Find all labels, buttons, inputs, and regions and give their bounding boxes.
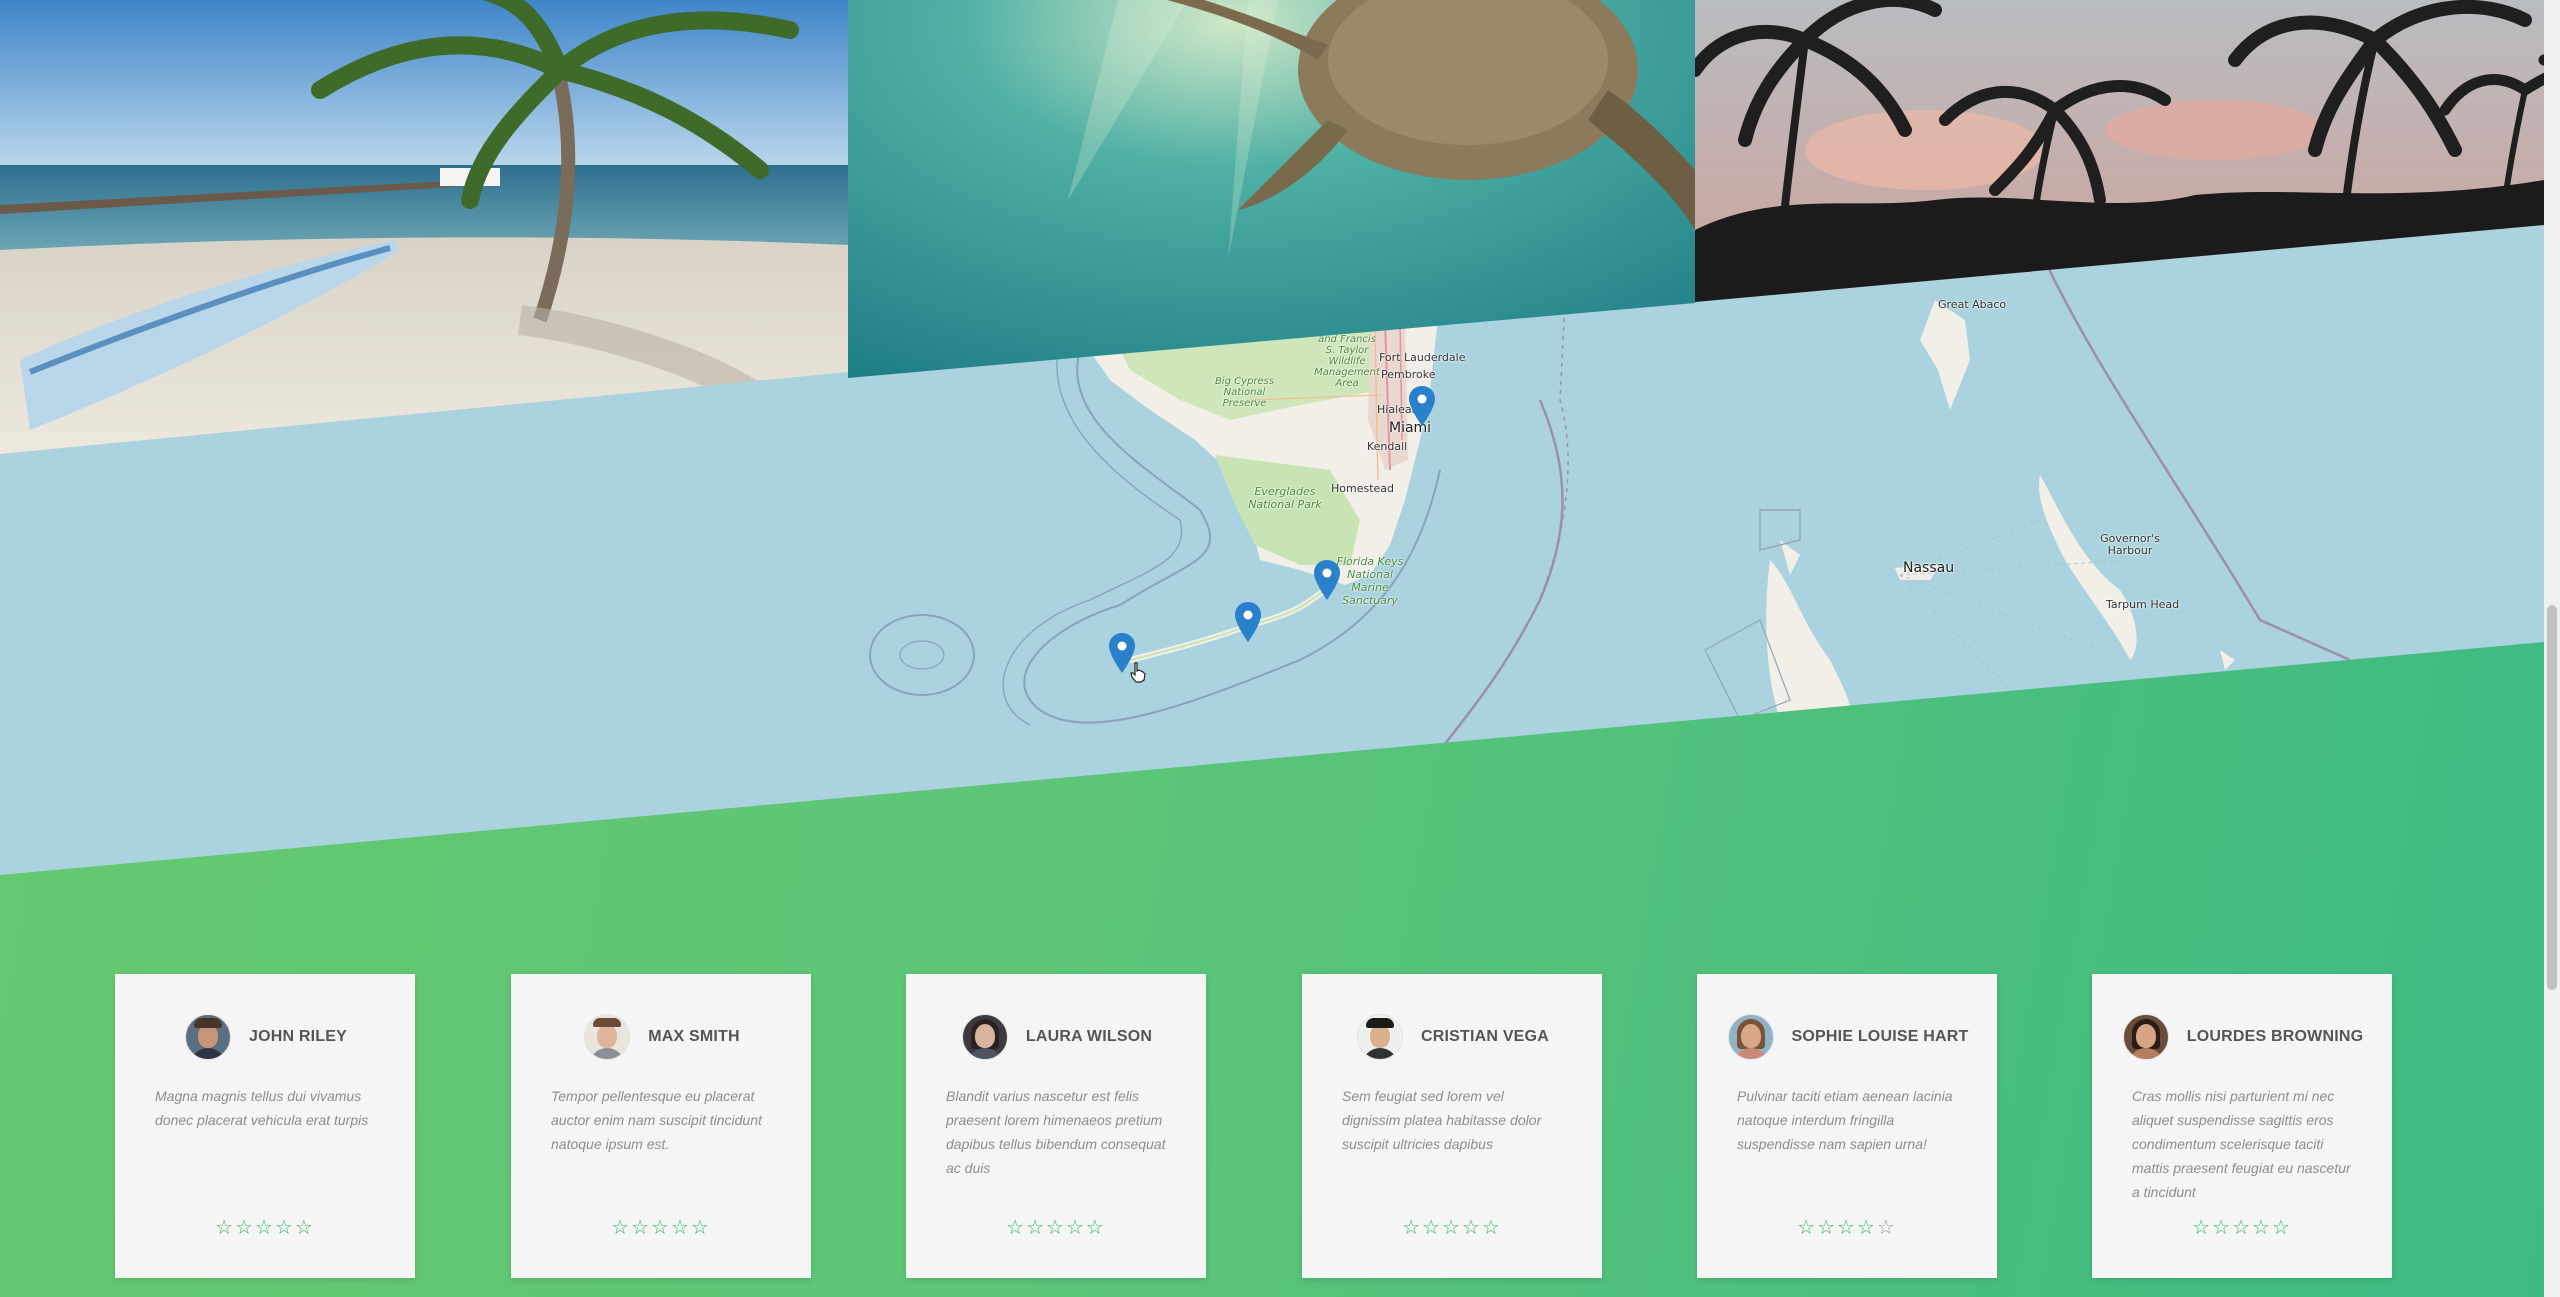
star-icon: ☆: [235, 1217, 256, 1239]
star-rating: ☆☆☆☆☆: [511, 1218, 811, 1238]
map-label-fort-lauderdale: Fort Lauderdale: [1379, 351, 1466, 364]
review-text: Tempor pellentesque eu placerat auctor e…: [551, 1088, 762, 1152]
star-icon: ☆: [274, 1217, 295, 1239]
review-card: SOPHIE LOUISE HART Pulvinar taciti etiam…: [1697, 974, 1997, 1278]
star-rating: ☆☆☆☆☆: [1697, 1218, 1997, 1238]
star-icon: ☆: [1402, 1217, 1423, 1239]
map-marker-miami[interactable]: [1409, 386, 1435, 426]
map-label-pembroke: Pembroke: [1381, 368, 1436, 381]
reviewer-name: MAX SMITH: [648, 1028, 740, 1045]
star-icon: ☆: [1876, 1217, 1897, 1239]
star-icon: ☆: [1006, 1217, 1027, 1239]
review-text: Cras mollis nisi parturient mi nec aliqu…: [2132, 1088, 2351, 1200]
star-icon: ☆: [631, 1217, 652, 1239]
map-label-everglades: Everglades National Park: [1248, 485, 1322, 511]
star-icon: ☆: [2192, 1217, 2213, 1239]
avatar: [2122, 1014, 2169, 1060]
review-text: Pulvinar taciti etiam aenean lacinia nat…: [1737, 1088, 1953, 1152]
star-icon: ☆: [215, 1217, 236, 1239]
star-rating: ☆☆☆☆☆: [115, 1218, 415, 1238]
star-icon: ☆: [2271, 1217, 2292, 1239]
map-marker-key-largo[interactable]: [1314, 560, 1340, 600]
star-icon: ☆: [294, 1217, 315, 1239]
review-card: LOURDES BROWNING Cras mollis nisi partur…: [2092, 974, 2392, 1278]
reviewer-name: CRISTIAN VEGA: [1421, 1028, 1549, 1045]
star-icon: ☆: [1837, 1217, 1857, 1239]
star-icon: ☆: [670, 1217, 691, 1239]
star-rating: ☆☆☆☆☆: [2092, 1218, 2392, 1238]
star-icon: ☆: [2251, 1217, 2272, 1239]
map-label-great-abaco: Great Abaco: [1938, 298, 2007, 311]
vertical-scrollbar[interactable]: [2544, 0, 2560, 1297]
star-icon: ☆: [651, 1217, 671, 1239]
map-label-homestead: Homestead: [1331, 482, 1395, 495]
star-rating: ☆☆☆☆☆: [906, 1218, 1206, 1238]
review-card: CRISTIAN VEGA Sem feugiat sed lorem vel …: [1302, 974, 1602, 1278]
star-icon: ☆: [611, 1217, 632, 1239]
star-icon: ☆: [1797, 1217, 1818, 1239]
avatar: [184, 1014, 231, 1060]
star-icon: ☆: [1442, 1217, 1462, 1239]
star-icon: ☆: [1065, 1217, 1086, 1239]
star-icon: ☆: [1085, 1217, 1106, 1239]
avatar: [584, 1014, 631, 1060]
map-label-governors-harbour: Governor's Harbour: [2100, 532, 2160, 557]
review-card: MAX SMITH Tempor pellentesque eu placera…: [511, 974, 811, 1278]
map-label-florida-keys-sanctuary: Florida Keys National Marine Sanctuary: [1336, 555, 1404, 607]
map-label-tarpum-head: Tarpum Head: [2106, 598, 2180, 611]
avatar: [1727, 1014, 1774, 1060]
review-card: JOHN RILEY Magna magnis tellus dui vivam…: [115, 974, 415, 1278]
scrollbar-thumb[interactable]: [2547, 605, 2557, 990]
hand-cursor-icon: [1130, 662, 1146, 683]
avatar: [1357, 1014, 1404, 1060]
map-label-wildlife-area: and Francis S. Taylor Wildlife Managemen…: [1314, 334, 1380, 389]
review-text: Sem feugiat sed lorem vel dignissim plat…: [1342, 1088, 1542, 1152]
star-icon: ☆: [255, 1217, 275, 1239]
map-label-nassau: Nassau: [1903, 560, 1955, 576]
star-icon: ☆: [1461, 1217, 1482, 1239]
review-text: Magna magnis tellus dui vivamus donec pl…: [155, 1088, 369, 1128]
map-marker-marathon[interactable]: [1235, 602, 1261, 642]
star-rating: ☆☆☆☆☆: [1302, 1218, 1602, 1238]
avatar: [961, 1014, 1008, 1060]
star-icon: ☆: [1422, 1217, 1443, 1239]
star-icon: ☆: [1481, 1217, 1502, 1239]
review-card: LAURA WILSON Blandit varius nascetur est…: [906, 974, 1206, 1278]
star-icon: ☆: [2232, 1217, 2252, 1239]
map-label-big-cypress: Big Cypress National Preserve: [1214, 376, 1275, 409]
review-text: Blandit varius nascetur est felis praese…: [946, 1088, 1166, 1176]
reviewer-name: JOHN RILEY: [248, 1028, 347, 1045]
star-icon: ☆: [1026, 1217, 1047, 1239]
reviewer-name: SOPHIE LOUISE HART: [1791, 1028, 1969, 1045]
map-label-kendall: Kendall: [1367, 440, 1408, 453]
reviewer-name: LOURDES BROWNING: [2186, 1028, 2364, 1045]
star-icon: ☆: [1856, 1217, 1877, 1239]
reviewer-name: LAURA WILSON: [1025, 1028, 1153, 1045]
page: Fort Lauderdale Pembroke Hialeah Miami K…: [0, 0, 2544, 1297]
star-icon: ☆: [1817, 1217, 1838, 1239]
star-icon: ☆: [1046, 1217, 1066, 1239]
star-icon: ☆: [690, 1217, 711, 1239]
star-icon: ☆: [2212, 1217, 2233, 1239]
